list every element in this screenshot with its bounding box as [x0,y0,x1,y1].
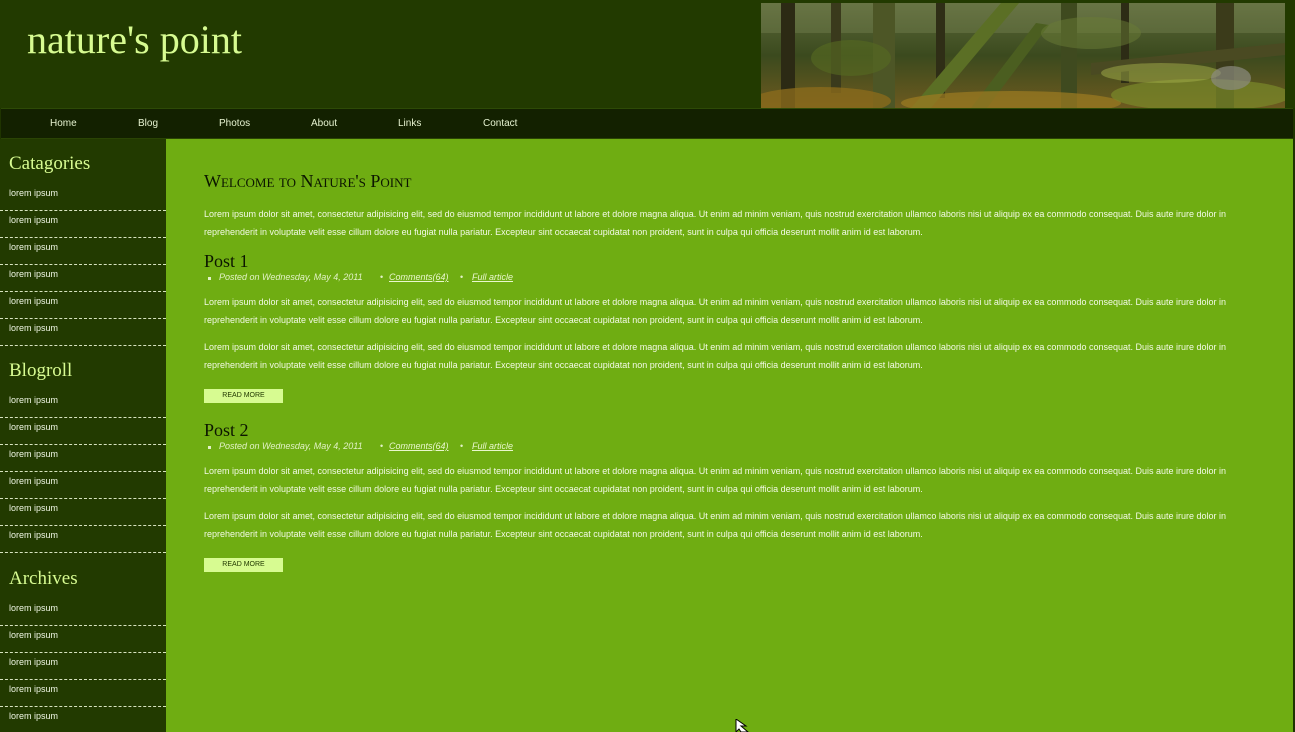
blogroll-link[interactable]: lorem ipsum [0,527,166,553]
nav-blog[interactable]: Blog [138,109,158,138]
post-paragraph: Lorem ipsum dolor sit amet, consectetur … [204,342,1227,370]
main-content: Welcome to Nature's Point Lorem ipsum do… [166,139,1293,732]
intro-paragraph: Lorem ipsum dolor sit amet, consectetur … [204,209,1227,237]
blogroll-heading: Blogroll [9,360,73,381]
full-article-link[interactable]: Full article [472,272,513,282]
post-date: Posted on Wednesday, May 4, 2011 [219,441,363,451]
archive-link[interactable]: lorem ipsum [0,627,166,653]
forest-banner-image [761,3,1285,108]
read-more-button[interactable]: READ MORE [204,389,283,403]
category-link[interactable]: lorem ipsum [0,212,166,238]
archive-link[interactable]: lorem ipsum [0,708,166,732]
archive-link-label[interactable]: lorem ipsum [9,603,58,613]
category-link[interactable]: lorem ipsum [0,185,166,211]
blogroll-link-label[interactable]: lorem ipsum [9,476,58,486]
archive-link[interactable]: lorem ipsum [0,681,166,707]
blogroll-link-label[interactable]: lorem ipsum [9,422,58,432]
blogroll-link[interactable]: lorem ipsum [0,392,166,418]
blogroll-link[interactable]: lorem ipsum [0,473,166,499]
sidebar: Catagories lorem ipsum lorem ipsum lorem… [0,139,166,732]
nav-photos[interactable]: Photos [219,109,250,138]
blogroll-link-label[interactable]: lorem ipsum [9,395,58,405]
post-paragraph: Lorem ipsum dolor sit amet, consectetur … [204,466,1227,494]
archive-link-label[interactable]: lorem ipsum [9,657,58,667]
bullet-icon [208,446,211,449]
category-link-label[interactable]: lorem ipsum [9,269,58,279]
separator-icon: • [460,441,464,451]
comments-link[interactable]: Comments(64) [389,441,449,451]
category-link[interactable]: lorem ipsum [0,293,166,319]
post-paragraph: Lorem ipsum dolor sit amet, consectetur … [204,297,1227,325]
blogroll-link[interactable]: lorem ipsum [0,500,166,526]
separator-icon: • [460,272,464,282]
blogroll-link[interactable]: lorem ipsum [0,419,166,445]
blogroll-link-label[interactable]: lorem ipsum [9,449,58,459]
comments-link[interactable]: Comments(64) [389,272,449,282]
nav-contact[interactable]: Contact [483,109,517,138]
archive-link-label[interactable]: lorem ipsum [9,684,58,694]
blogroll-link-label[interactable]: lorem ipsum [9,503,58,513]
archive-link-label[interactable]: lorem ipsum [9,630,58,640]
post-title[interactable]: Post 2 [204,419,249,441]
post-meta: Posted on Wednesday, May 4, 2011 • Comme… [204,441,544,455]
category-link-label[interactable]: lorem ipsum [9,215,58,225]
blogroll-link-label[interactable]: lorem ipsum [9,530,58,540]
category-link-label[interactable]: lorem ipsum [9,296,58,306]
category-link-label[interactable]: lorem ipsum [9,323,58,333]
separator-icon: • [380,441,384,451]
category-link[interactable]: lorem ipsum [0,239,166,265]
site-header: nature's point [0,0,1295,108]
bullet-icon [208,277,211,280]
archive-link[interactable]: lorem ipsum [0,600,166,626]
nav-about[interactable]: About [311,109,337,138]
post-title[interactable]: Post 1 [204,250,249,272]
read-more-button[interactable]: READ MORE [204,558,283,572]
full-article-link[interactable]: Full article [472,441,513,451]
category-link[interactable]: lorem ipsum [0,266,166,292]
categories-heading: Catagories [9,153,91,174]
category-link[interactable]: lorem ipsum [0,320,166,346]
archive-link-label[interactable]: lorem ipsum [9,711,58,721]
archive-link[interactable]: lorem ipsum [0,654,166,680]
archives-heading: Archives [9,568,78,589]
post-date: Posted on Wednesday, May 4, 2011 [219,272,363,282]
post-meta: Posted on Wednesday, May 4, 2011 • Comme… [204,272,544,286]
blogroll-link[interactable]: lorem ipsum [0,446,166,472]
mouse-pointer-icon [735,719,749,732]
main-navigation: Home Blog Photos About Links Contact [1,108,1293,139]
post-paragraph: Lorem ipsum dolor sit amet, consectetur … [204,511,1227,539]
category-link-label[interactable]: lorem ipsum [9,242,58,252]
nav-home[interactable]: Home [50,109,77,138]
category-link-label[interactable]: lorem ipsum [9,188,58,198]
welcome-title: Welcome to Nature's Point [204,171,412,191]
site-title[interactable]: nature's point [27,17,242,63]
separator-icon: • [380,272,384,282]
nav-links[interactable]: Links [398,109,421,138]
